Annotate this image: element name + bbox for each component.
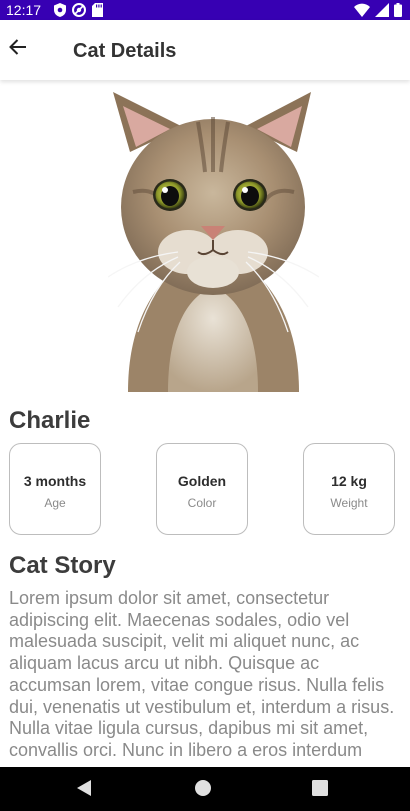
page-title: Cat Details [73,40,177,62]
app-bar: Cat Details [0,20,410,80]
wifi-icon [354,3,370,17]
status-time: 12:17 [6,2,42,18]
weight-card: 12 kg Weight [303,443,395,535]
age-card: 3 months Age [9,443,101,535]
story-heading: Cat Story [9,552,116,579]
cat-photo [108,92,319,392]
at-sign-icon [72,3,86,17]
color-value: Golden [177,473,227,489]
home-circle-icon [194,779,212,802]
nav-back-button[interactable] [73,779,95,801]
color-label: Color [187,496,217,510]
signal-icon [375,3,389,17]
age-label: Age [44,496,66,510]
color-card: Golden Color [156,443,248,535]
system-nav-bar [0,767,410,811]
nav-recents-button[interactable] [309,779,331,801]
status-bar: 12:17 [0,0,410,20]
sd-card-icon [92,3,103,17]
weight-label: Weight [330,496,368,510]
age-value: 3 months [23,473,87,489]
status-right-icons [354,2,402,18]
cat-name: Charlie [9,407,91,434]
back-button[interactable] [2,33,34,65]
battery-icon [394,3,402,17]
recents-square-icon [312,779,328,801]
back-triangle-icon [76,779,92,802]
status-left-icons [54,2,103,18]
weight-value: 12 kg [331,473,367,489]
shield-icon [54,3,66,17]
story-text: Lorem ipsum dolor sit amet, consectetur … [9,588,395,760]
arrow-back-icon [9,38,27,61]
nav-home-button[interactable] [192,779,214,801]
